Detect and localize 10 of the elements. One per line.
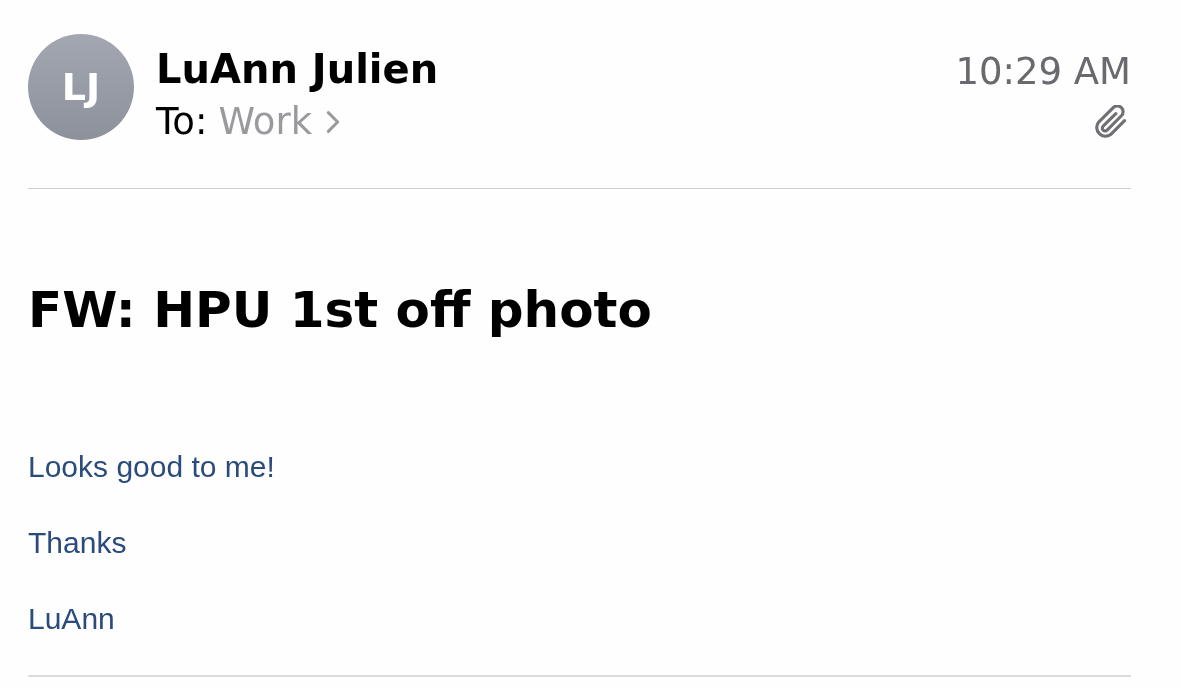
sender-name: LuAnn Julien (156, 46, 440, 92)
message-time: 10:29 AM (955, 51, 1131, 93)
email-subject: FW: HPU 1st off photo (28, 281, 653, 339)
body-text: Thanks (28, 526, 128, 560)
body-text: Looks good to me! (28, 450, 276, 484)
recipient-link[interactable]: Work (218, 101, 313, 143)
body-text: LuAnn (28, 602, 116, 636)
chevron-icon[interactable] (326, 110, 341, 134)
avatar-initials: LJ (28, 34, 134, 140)
recipient-label: To: (156, 101, 208, 143)
